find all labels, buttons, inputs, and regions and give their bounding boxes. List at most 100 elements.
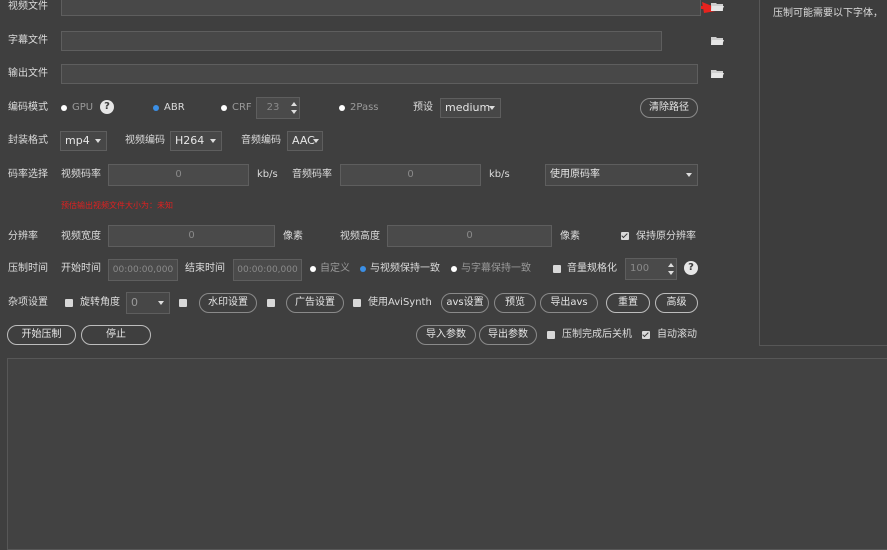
container-format-value: mp4 xyxy=(65,134,90,147)
avisynth-label: 使用AviSynth xyxy=(368,297,432,308)
2pass-label: 2Pass xyxy=(350,102,379,113)
video-file-label: 视频文件 xyxy=(8,1,48,12)
folder-icon[interactable] xyxy=(711,36,724,46)
log-output-panel[interactable] xyxy=(7,358,887,550)
rotate-checkbox[interactable] xyxy=(65,299,73,307)
rotate-angle-select[interactable]: 0 xyxy=(126,292,170,314)
container-label: 封装格式 xyxy=(8,135,48,146)
video-file-input[interactable] xyxy=(61,0,701,16)
help-icon[interactable]: ? xyxy=(684,261,698,275)
output-file-input[interactable] xyxy=(61,64,698,84)
help-icon[interactable]: ? xyxy=(100,100,114,114)
video-bitrate-input[interactable]: 0 xyxy=(108,164,249,186)
avs-settings-button[interactable]: avs设置 xyxy=(441,293,489,313)
width-unit: 像素 xyxy=(283,231,303,242)
width-input[interactable]: 0 xyxy=(108,225,275,247)
keep-resolution-label: 保持原分辨率 xyxy=(636,231,696,242)
spin-arrows-icon[interactable] xyxy=(666,260,676,278)
end-time-input[interactable]: 00:00:00,000 xyxy=(233,259,302,281)
watermark-checkbox[interactable] xyxy=(179,299,187,307)
clear-path-button[interactable]: 清除路径 xyxy=(640,98,698,118)
shutdown-after-checkbox[interactable] xyxy=(547,331,555,339)
estimated-size-warning: 预估输出视频文件大小为：未知 xyxy=(61,201,173,210)
output-file-label: 输出文件 xyxy=(8,68,48,79)
ads-settings-button[interactable]: 广告设置 xyxy=(286,293,344,313)
video-bitrate-unit: kb/s xyxy=(257,169,278,180)
resolution-label: 分辨率 xyxy=(8,231,38,242)
export-avs-button[interactable]: 导出avs xyxy=(540,293,598,313)
chevron-down-icon xyxy=(489,106,495,110)
subtitle-file-input[interactable] xyxy=(61,31,662,51)
2pass-radio[interactable] xyxy=(339,105,345,111)
font-requirements-text: 压制可能需要以下字体， xyxy=(773,8,883,19)
import-params-button[interactable]: 导入参数 xyxy=(416,325,476,345)
audio-bitrate-input[interactable]: 0 xyxy=(340,164,481,186)
custom-time-label: 自定义 xyxy=(320,263,350,274)
audio-codec-select[interactable]: AAC xyxy=(287,131,323,151)
audio-bitrate-mode-select[interactable]: 使用原码率 xyxy=(545,164,698,186)
custom-time-radio[interactable] xyxy=(310,266,316,272)
bitrate-label: 码率选择 xyxy=(8,169,48,180)
video-codec-select[interactable]: H264 xyxy=(170,131,222,151)
start-encode-button[interactable]: 开始压制 xyxy=(7,325,76,345)
audio-bitrate-mode-value: 使用原码率 xyxy=(550,169,600,180)
same-as-subtitle-label: 与字幕保持一致 xyxy=(461,263,531,274)
crf-value-spinbox[interactable]: 23 xyxy=(256,97,300,119)
advanced-button[interactable]: 高级 xyxy=(655,293,698,313)
crf-radio[interactable] xyxy=(221,105,227,111)
start-time-input[interactable]: 00:00:00,000 xyxy=(108,259,178,281)
reset-button[interactable]: 重置 xyxy=(606,293,650,313)
audio-codec-value: AAC xyxy=(292,134,315,147)
abr-label: ABR xyxy=(164,102,185,113)
rotate-angle-value: 0 xyxy=(131,296,138,309)
preset-select[interactable]: medium xyxy=(440,98,501,118)
height-input[interactable]: 0 xyxy=(387,225,552,247)
volume-spinbox[interactable]: 100 xyxy=(625,258,677,280)
stop-button[interactable]: 停止 xyxy=(81,325,151,345)
chevron-down-icon xyxy=(210,139,216,143)
end-time-label: 结束时间 xyxy=(185,263,225,274)
time-label: 压制时间 xyxy=(8,263,48,274)
chevron-down-icon xyxy=(313,139,319,143)
video-bitrate-label: 视频码率 xyxy=(61,169,101,180)
audio-bitrate-unit: kb/s xyxy=(489,169,510,180)
same-as-video-label: 与视频保持一致 xyxy=(370,263,440,274)
auto-scroll-label: 自动滚动 xyxy=(657,329,697,340)
chevron-down-icon xyxy=(686,173,692,177)
keep-resolution-checkbox[interactable] xyxy=(621,232,629,240)
encode-mode-label: 编码模式 xyxy=(8,102,48,113)
video-codec-label: 视频编码 xyxy=(125,135,165,146)
spin-arrows-icon[interactable] xyxy=(289,99,299,117)
preset-value: medium xyxy=(445,101,491,114)
same-as-video-radio[interactable] xyxy=(360,266,366,272)
audio-codec-label: 音频编码 xyxy=(241,135,281,146)
ads-checkbox[interactable] xyxy=(267,299,275,307)
folder-icon[interactable] xyxy=(711,2,724,12)
preset-label: 预设 xyxy=(413,102,433,113)
rotate-label: 旋转角度 xyxy=(80,297,120,308)
chevron-down-icon xyxy=(158,301,164,305)
chevron-down-icon xyxy=(95,139,101,143)
audio-bitrate-label: 音频码率 xyxy=(292,169,332,180)
crf-label: CRF xyxy=(232,102,252,113)
preview-button[interactable]: 预览 xyxy=(494,293,536,313)
gpu-radio[interactable] xyxy=(61,105,67,111)
folder-icon[interactable] xyxy=(711,69,724,79)
crf-value: 23 xyxy=(266,102,280,113)
watermark-settings-button[interactable]: 水印设置 xyxy=(199,293,257,313)
font-requirements-panel: 压制可能需要以下字体， xyxy=(759,0,887,346)
auto-scroll-checkbox[interactable] xyxy=(642,331,650,339)
container-format-select[interactable]: mp4 xyxy=(60,131,107,151)
volume-value: 100 xyxy=(630,263,650,274)
export-params-button[interactable]: 导出参数 xyxy=(479,325,537,345)
height-unit: 像素 xyxy=(560,231,580,242)
volume-normalize-checkbox[interactable] xyxy=(553,265,561,273)
start-time-label: 开始时间 xyxy=(61,263,101,274)
video-codec-value: H264 xyxy=(175,134,205,147)
width-label: 视频宽度 xyxy=(61,231,101,242)
abr-radio[interactable] xyxy=(153,105,159,111)
shutdown-after-label: 压制完成后关机 xyxy=(562,329,632,340)
same-as-subtitle-radio[interactable] xyxy=(451,266,457,272)
misc-label: 杂项设置 xyxy=(8,297,48,308)
avisynth-checkbox[interactable] xyxy=(353,299,361,307)
